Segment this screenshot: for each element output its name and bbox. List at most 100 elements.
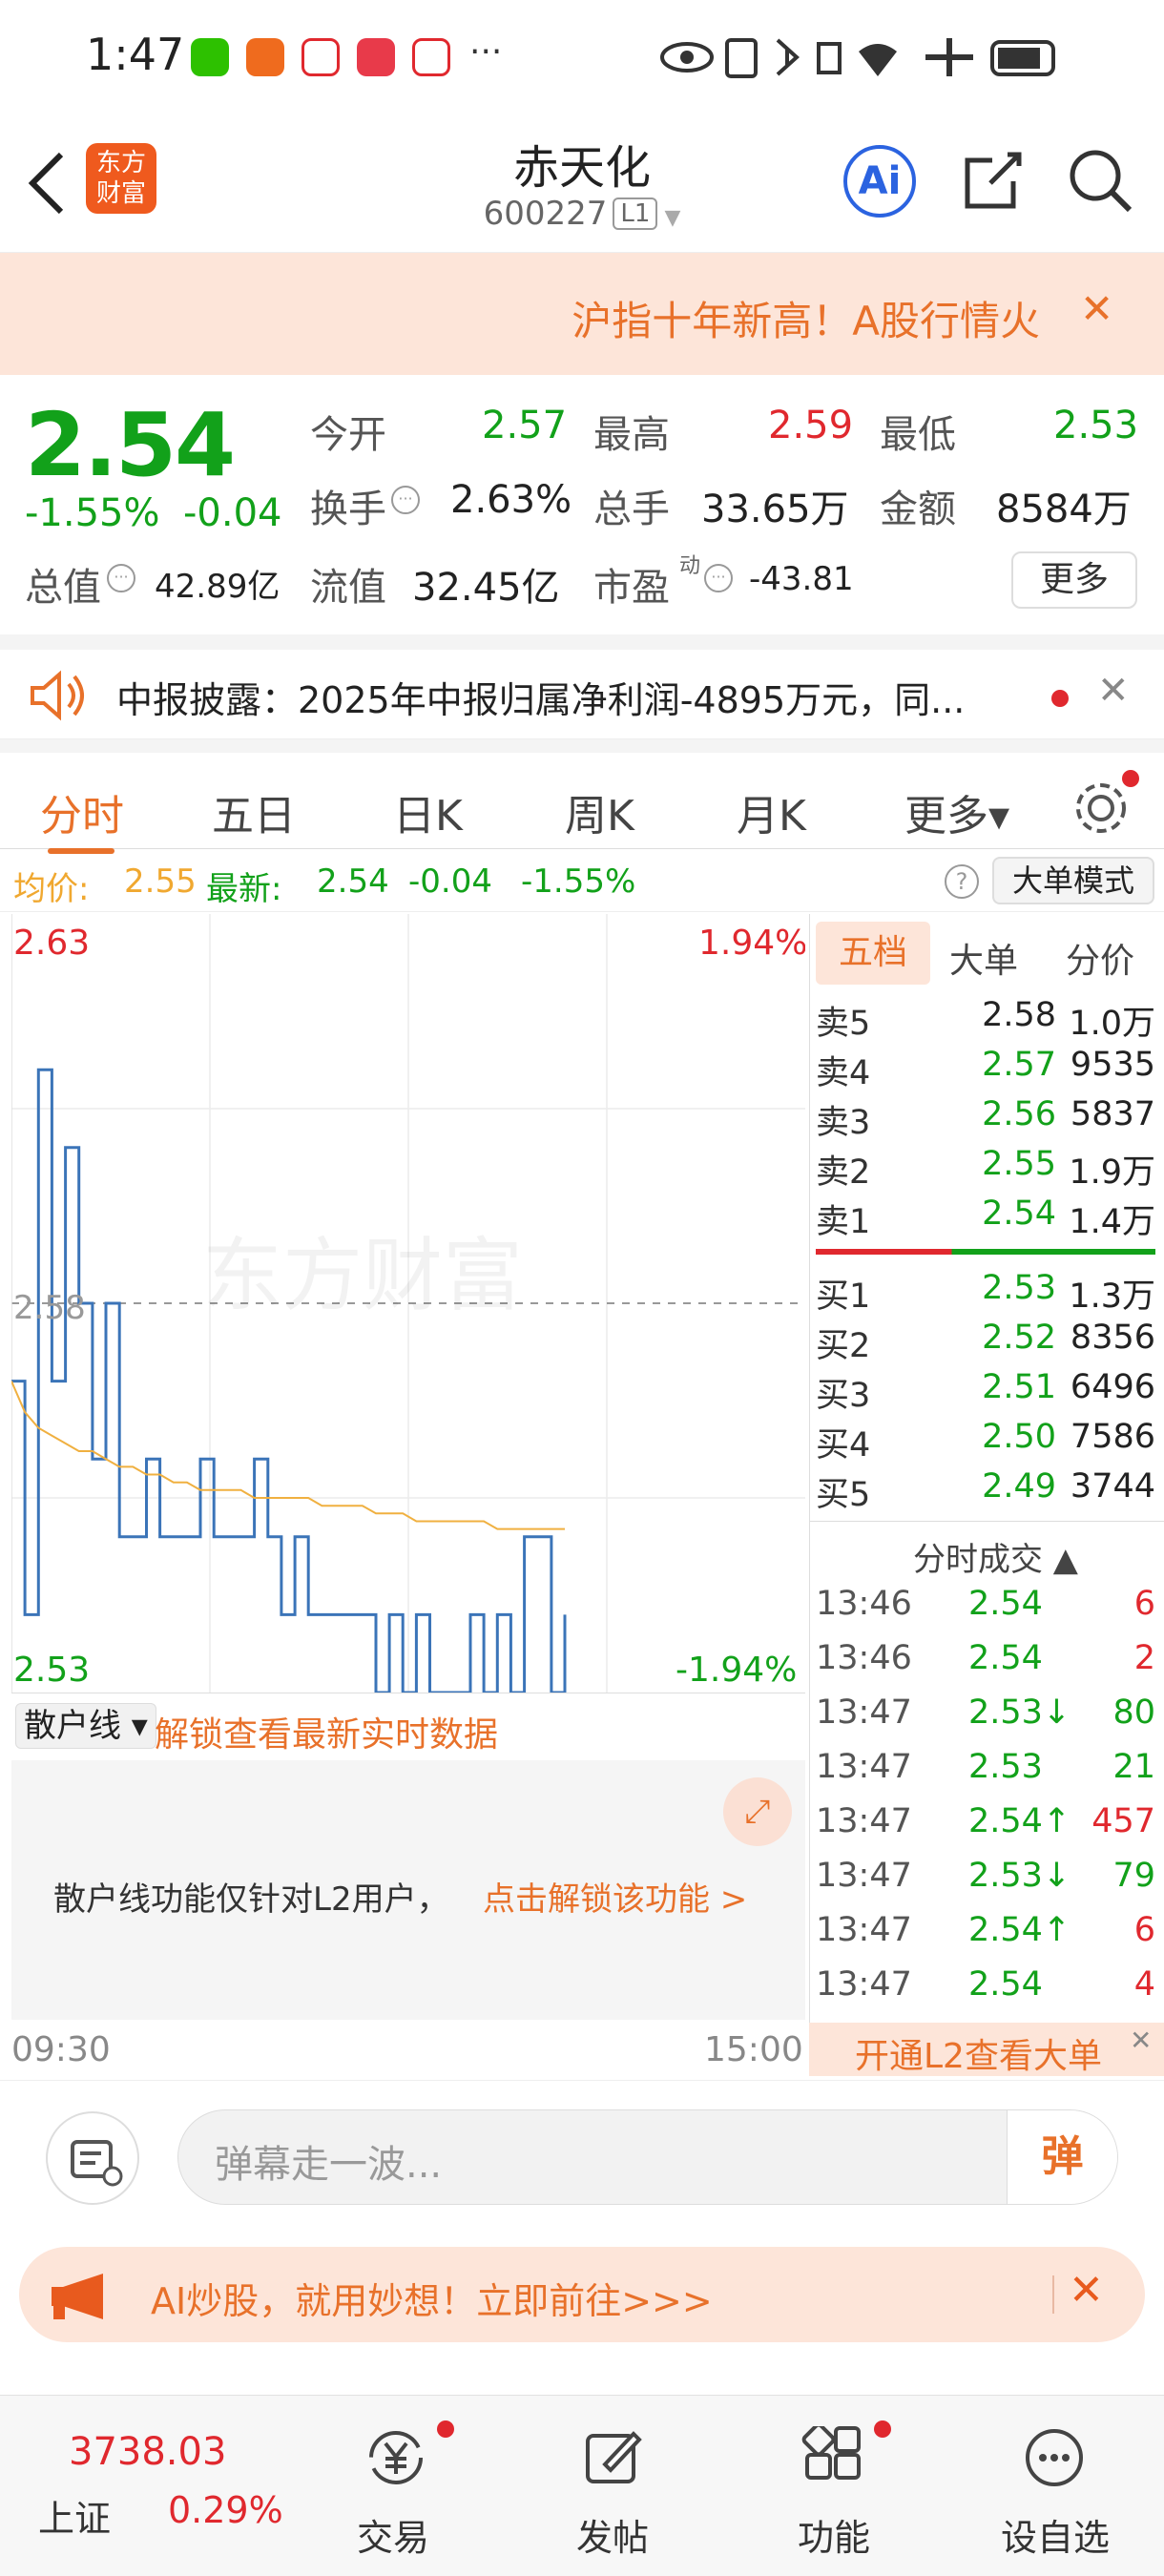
current-price: 2.54 [25,394,236,496]
info-icon[interactable]: ··· [391,486,420,514]
trade-row: 13:47 2.53 21 [816,1748,1161,1797]
bid-row[interactable]: 买5 2.49 3744 [816,1467,1161,1517]
share-icon[interactable] [960,147,1027,214]
index-value[interactable]: 3738.03 [69,2430,226,2474]
danmu-input-box[interactable]: 弹幕走一波... 弹 [177,2109,1118,2205]
chart-top-price: 2.63 [13,924,90,963]
l2-text[interactable]: 开通L2查看大单 [855,2028,1102,2078]
turnover-label: 换手 [310,488,386,531]
retail-line-section: 散户线 ▾ 解锁查看最新实时数据 ⤢ 散户线功能仅针对L2用户， 点击解锁该功能… [11,1693,805,2020]
ask-price: 2.57 [982,1046,1056,1084]
amount-value: 8584万 [996,488,1132,531]
tab-big-orders[interactable]: 大单 [949,933,1018,983]
trade-time: 13:47 [816,1911,912,1949]
more-circle-icon [1026,2429,1083,2486]
help-icon[interactable]: ? [945,864,979,899]
close-icon[interactable]: ✕ [1097,669,1130,713]
danmu-settings-button[interactable] [46,2111,139,2205]
notice-bar[interactable]: 中报披露：2025年中报归属净利润-4895万元，同... ✕ [0,634,1164,739]
big-order-mode-button[interactable]: 大单模式 [992,857,1154,904]
trades-title[interactable]: 分时成交 ▲ [913,1533,1078,1580]
bid-price: 2.50 [982,1418,1056,1456]
float-label: 流值 [310,566,386,610]
close-icon[interactable]: ✕ [1069,2266,1104,2315]
trade-row: 13:47 2.54↑ 457 [816,1802,1161,1852]
trade-volume: 4 [1133,1965,1155,2004]
unlock-feature-link[interactable]: 点击解锁该功能 > [483,1873,747,1920]
trade-volume: 79 [1112,1857,1155,1895]
bid-price: 2.52 [982,1319,1056,1357]
ask-row[interactable]: 卖2 2.55 1.9万 [816,1145,1161,1195]
trade-price: 2.53↓ [968,1857,1071,1895]
ai-promo-bar[interactable]: AI炒股，就用妙想！立即前往>>> ✕ [19,2247,1145,2342]
mktcap-label: 总值 [25,566,101,610]
intraday-chart[interactable]: 东方财富 2.63 1.94% 2.58 2.53 -1.94% [11,914,805,1693]
danmu-send-button[interactable]: 弹 [1007,2110,1117,2204]
high-value: 2.59 [768,404,854,447]
low-label: 最低 [880,413,956,457]
trade-row: 13:47 2.54 4 [816,1965,1161,2015]
bid-row[interactable]: 买4 2.50 7586 [816,1418,1161,1467]
tab-week-k[interactable]: 周K [565,781,634,842]
ask-row[interactable]: 卖4 2.57 9535 [816,1046,1161,1095]
price-series-line [11,1068,567,1693]
close-icon[interactable]: ✕ [1080,285,1113,332]
danmu-input[interactable]: 弹幕走一波... [215,2133,442,2189]
ask-volume: 5837 [1070,1095,1155,1133]
tab-level5[interactable]: 五档 [816,922,930,985]
bid-row[interactable]: 买2 2.52 8356 [816,1319,1161,1368]
ask-row[interactable]: 卖5 2.58 1.0万 [816,996,1161,1046]
tab-5day[interactable]: 五日 [212,781,296,842]
more-notifications-icon: ··· [469,32,503,72]
index-name[interactable]: 上证 [38,2489,111,2542]
bid-volume: 7586 [1070,1418,1155,1456]
notice-text[interactable]: 中报披露：2025年中报归属净利润-4895万元，同... [116,671,965,723]
avg-label: 均价: [13,870,90,908]
search-icon[interactable] [1067,147,1133,214]
gear-icon[interactable] [1070,778,1132,839]
ask-row[interactable]: 卖3 2.56 5837 [816,1095,1161,1145]
close-icon[interactable]: ✕ [1130,2025,1152,2056]
tab-price-dist[interactable]: 分价 [1066,933,1134,983]
open-label: 今开 [310,413,386,457]
promo-banner[interactable]: 沪指十年新高！A股行情火 ✕ [0,253,1164,375]
bid-price: 2.49 [982,1467,1056,1506]
grid-apps-icon [801,2426,861,2480]
bid-volume: 8356 [1070,1319,1155,1357]
trade-row: 13:46 2.54 2 [816,1639,1161,1689]
expand-icon[interactable]: ⤢ [723,1777,792,1846]
chart-svg[interactable]: 东方财富 2.63 1.94% 2.58 2.53 -1.94% [11,914,805,1693]
chart-bottom-price: 2.53 [13,1651,90,1690]
avg-value: 2.55 [124,862,197,901]
bid-level: 买5 [816,1476,871,1514]
bid-row[interactable]: 买3 2.51 6496 [816,1368,1161,1418]
status-time: 1:47 [86,29,185,80]
l2-banner[interactable]: 开通L2查看大单 ✕ [809,2023,1164,2076]
index-pct[interactable]: 0.29% [168,2489,283,2531]
trade-volume: 80 [1112,1693,1155,1732]
huawei-icon [357,38,395,76]
tab-more[interactable]: 更多▾ [904,781,1009,842]
trade-price: 2.54↑ [968,1911,1071,1949]
tab-day-k[interactable]: 日K [393,781,463,842]
ask-volume: 1.0万 [1069,1005,1155,1043]
ai-button[interactable]: Ai [843,145,916,218]
bid-price: 2.51 [982,1368,1056,1406]
ask-volume: 9535 [1070,1046,1155,1084]
ai-promo-text[interactable]: AI炒股，就用妙想！立即前往>>> [151,2272,713,2324]
tab-intraday[interactable]: 分时 [40,781,124,842]
tab-month-k[interactable]: 月K [737,781,806,842]
ask-row[interactable]: 卖1 2.54 1.4万 [816,1195,1161,1244]
banner-text[interactable]: 沪指十年新高！A股行情火 [572,289,1040,347]
info-icon[interactable]: ··· [704,564,733,592]
more-button[interactable]: 更多 [1011,551,1137,609]
speaker-icon [31,670,84,721]
bid-price: 2.53 [982,1269,1056,1307]
chart-mid-price: 2.58 [13,1289,86,1327]
quote-panel: 2.54 -1.55% -0.04 今开 2.57 最高 2.59 最低 2.5… [0,375,1164,634]
info-icon[interactable]: ··· [107,564,135,592]
bid-row[interactable]: 买1 2.53 1.3万 [816,1269,1161,1319]
unlock-link[interactable]: 解锁查看最新实时数据 [155,1707,498,1756]
trade-price: 2.54 [968,1965,1043,2004]
retail-line-dropdown[interactable]: 散户线 ▾ [15,1703,156,1749]
